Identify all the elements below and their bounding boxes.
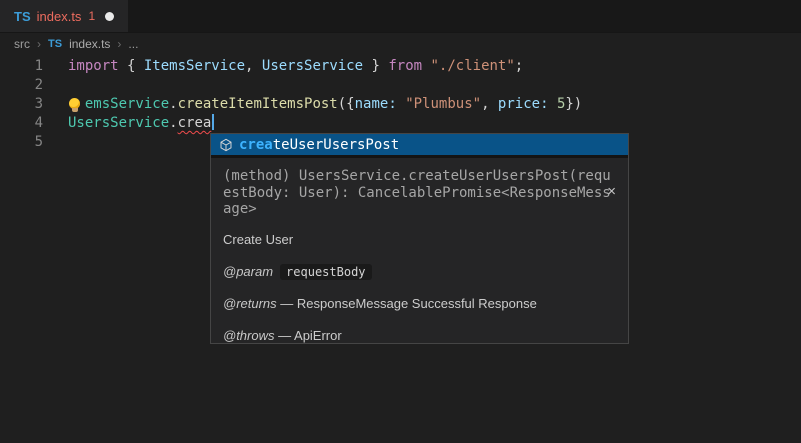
- tab-problem-count-badge: 1: [88, 9, 95, 23]
- doc-returns-row: @returns — ResponseMessage Successful Re…: [223, 296, 616, 312]
- suggestion-docs-panel: × (method) UsersService.createUserUsersP…: [211, 155, 628, 343]
- tab-label: index.ts: [37, 9, 82, 24]
- suggestion-item-createUserUsersPost[interactable]: createUserUsersPost: [211, 134, 628, 155]
- code-token: import: [68, 58, 119, 74]
- code-line: 4 UsersService.crea: [0, 114, 801, 133]
- code-token: ;: [515, 58, 523, 74]
- returns-text: — ResponseMessage Successful Response: [280, 296, 537, 311]
- doc-throws-row: @throws — ApiError: [223, 328, 616, 344]
- line-number: 3: [0, 95, 43, 114]
- code-token: ItemsService: [144, 58, 245, 74]
- doc-summary: Create User: [223, 232, 616, 248]
- method-symbol-icon: [219, 138, 233, 152]
- throws-text: — ApiError: [278, 328, 342, 343]
- returns-tag-label: @returns: [223, 296, 277, 311]
- code-line: 3 ItemsService.createItemItemsPost({name:…: [0, 95, 801, 114]
- breadcrumb-item-more[interactable]: ...: [128, 37, 138, 51]
- code-line-text: UsersService.crea: [68, 115, 214, 131]
- code-token: .: [169, 96, 177, 112]
- code-token: ,: [245, 58, 262, 74]
- unsaved-changes-dot[interactable]: [105, 12, 114, 21]
- tab-index-ts[interactable]: TS index.ts 1: [0, 0, 128, 32]
- code-token: [422, 58, 430, 74]
- throws-tag-label: @throws: [223, 328, 275, 343]
- param-tag-label: @param: [223, 264, 273, 279]
- code-token: .: [169, 115, 177, 131]
- vscode-window: TS index.ts 1 src › TS index.ts › ... 1i…: [0, 0, 801, 443]
- tab-bar: TS index.ts 1: [0, 0, 801, 33]
- breadcrumb-item-src[interactable]: src: [14, 37, 30, 51]
- code-token: emsService: [85, 96, 169, 112]
- code-token: {: [119, 58, 144, 74]
- line-number: 4: [0, 114, 43, 133]
- code-token: "./client": [431, 58, 515, 74]
- line-number: 2: [0, 76, 43, 95]
- intellisense-popup: createUserUsersPost × (method) UsersServ…: [210, 133, 629, 344]
- code-token: crea: [178, 115, 212, 131]
- code-line: 1 import { ItemsService, UsersService } f…: [0, 57, 801, 76]
- code-line-text: import { ItemsService, UsersService } fr…: [68, 58, 523, 74]
- code-token: createItemItemsPost: [178, 96, 338, 112]
- line-number: 1: [0, 57, 43, 76]
- doc-param-row: @param requestBody: [223, 264, 616, 280]
- lightbulb-icon[interactable]: It: [68, 96, 85, 112]
- close-icon[interactable]: ×: [607, 184, 616, 199]
- code-token: ,: [481, 96, 498, 112]
- code-token: from: [388, 58, 422, 74]
- chevron-right-icon: ›: [117, 37, 121, 51]
- code-token: }): [565, 96, 582, 112]
- code-line: 2: [0, 76, 801, 95]
- code-token: name:: [355, 96, 397, 112]
- typescript-file-icon: TS: [14, 9, 31, 24]
- code-token: }: [363, 58, 388, 74]
- suggestion-rest-text: teUserUsersPost: [273, 137, 399, 153]
- code-token: ({: [338, 96, 355, 112]
- typescript-file-icon: TS: [48, 38, 62, 50]
- line-number: 5: [0, 133, 43, 152]
- chevron-right-icon: ›: [37, 37, 41, 51]
- code-token: [549, 96, 557, 112]
- code-line-text: ItemsService.createItemItemsPost({name: …: [68, 96, 582, 112]
- breadcrumb: src › TS index.ts › ...: [0, 33, 801, 55]
- code-token: [397, 96, 405, 112]
- code-token: UsersService: [68, 115, 169, 131]
- code-token: "Plumbus": [405, 96, 481, 112]
- method-signature: (method) UsersService.createUserUsersPos…: [223, 168, 612, 218]
- code-token: UsersService: [262, 58, 363, 74]
- code-token: price:: [498, 96, 549, 112]
- text-cursor: [212, 114, 214, 130]
- suggestion-label: createUserUsersPost: [239, 137, 399, 153]
- breadcrumb-item-file[interactable]: index.ts: [69, 37, 110, 51]
- suggestion-match-text: crea: [239, 137, 273, 153]
- param-name-chip: requestBody: [280, 264, 371, 280]
